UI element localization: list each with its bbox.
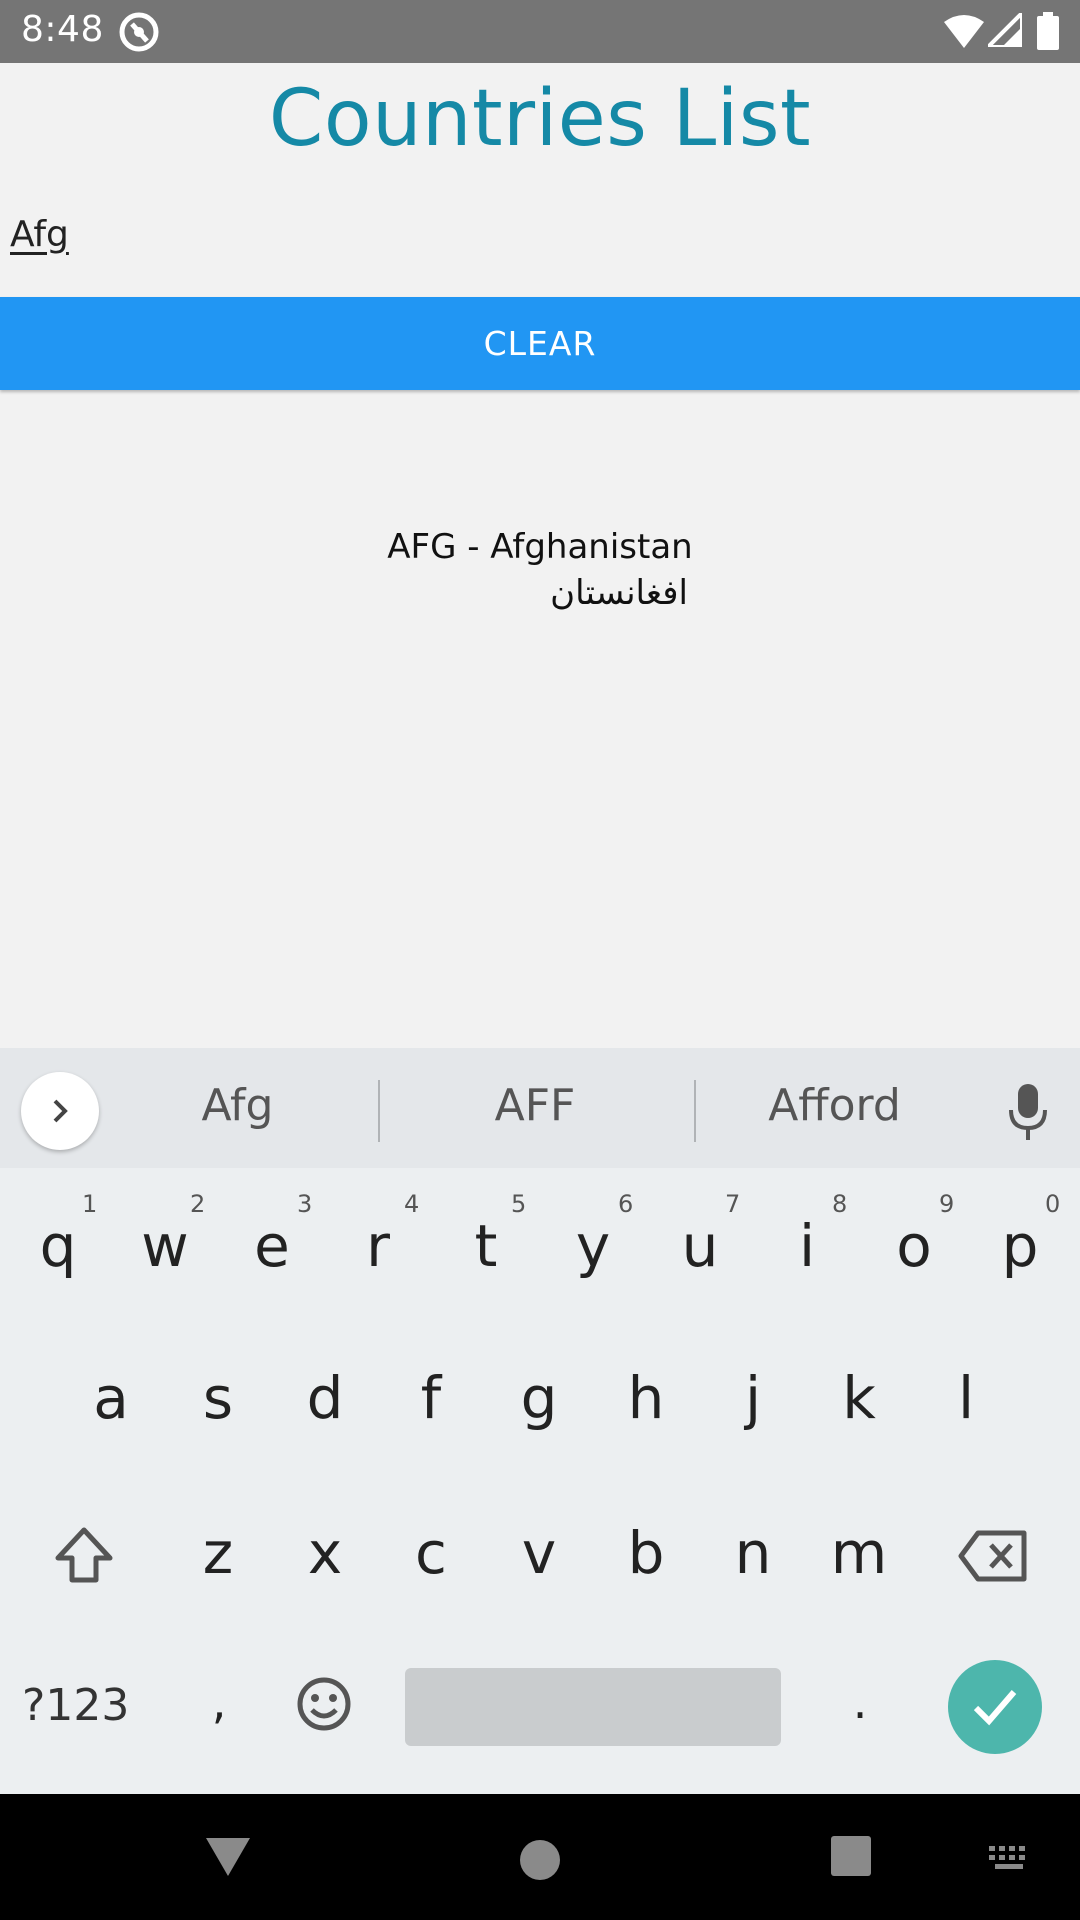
signal-icon xyxy=(988,13,1022,47)
key-hint-4: 4 xyxy=(404,1190,420,1218)
country-native-name: افغانستان xyxy=(550,573,688,613)
navigation-bar xyxy=(0,1794,1080,1920)
shift-icon[interactable] xyxy=(54,1526,114,1586)
symbols-key[interactable]: ?123 xyxy=(22,1680,129,1731)
key-f[interactable]: f xyxy=(381,1348,481,1448)
key-x[interactable]: x xyxy=(275,1503,375,1603)
key-a[interactable]: a xyxy=(61,1348,161,1448)
key-h[interactable]: h xyxy=(596,1348,696,1448)
suggestion-divider xyxy=(694,1080,696,1142)
key-l[interactable]: l xyxy=(916,1348,1016,1448)
key-d[interactable]: d xyxy=(275,1348,375,1448)
recents-icon[interactable] xyxy=(831,1836,871,1876)
status-bar: 8:48 xyxy=(0,0,1080,63)
status-time: 8:48 xyxy=(21,9,104,50)
key-hint-1: 1 xyxy=(82,1190,98,1218)
keyboard-switch-icon[interactable] xyxy=(987,1844,1031,1872)
emoji-icon[interactable] xyxy=(296,1676,352,1732)
check-icon xyxy=(973,1690,1017,1726)
enter-key[interactable] xyxy=(948,1660,1042,1754)
key-hint-5: 5 xyxy=(511,1190,527,1218)
key-hint-7: 7 xyxy=(725,1190,741,1218)
key-j[interactable]: j xyxy=(703,1348,803,1448)
battery-icon xyxy=(1037,12,1059,50)
country-name: AFG - Afghanistan xyxy=(387,527,693,567)
key-hint-0: 0 xyxy=(1045,1190,1061,1218)
wifi-icon xyxy=(944,15,984,48)
key-m[interactable]: m xyxy=(809,1503,909,1603)
key-comma[interactable]: , xyxy=(169,1652,269,1752)
list-item[interactable]: AFG - Afghanistan افغانستان xyxy=(340,527,740,613)
home-icon[interactable] xyxy=(520,1840,560,1880)
key-z[interactable]: z xyxy=(168,1503,268,1603)
key-period[interactable]: . xyxy=(810,1652,910,1752)
suggestion-2[interactable]: AFF xyxy=(460,1080,610,1131)
backspace-icon[interactable] xyxy=(958,1530,1028,1582)
soft-keyboard: Afg AFF Afford q w e r t y u i o p 1 2 3… xyxy=(0,1048,1080,1794)
expand-suggestions-button[interactable] xyxy=(21,1072,99,1150)
microphone-icon[interactable] xyxy=(1008,1084,1048,1140)
key-b[interactable]: b xyxy=(596,1503,696,1603)
page-title: Countries List xyxy=(268,74,812,164)
key-k[interactable]: k xyxy=(809,1348,909,1448)
key-g[interactable]: g xyxy=(489,1348,589,1448)
key-hint-9: 9 xyxy=(939,1190,955,1218)
chevron-right-icon xyxy=(53,1099,68,1123)
key-hint-8: 8 xyxy=(832,1190,848,1218)
key-hint-2: 2 xyxy=(190,1190,206,1218)
back-icon[interactable] xyxy=(206,1834,250,1878)
at-sign-icon xyxy=(119,12,159,52)
suggestion-divider xyxy=(378,1080,380,1142)
key-n[interactable]: n xyxy=(703,1503,803,1603)
key-hint-3: 3 xyxy=(297,1190,313,1218)
key-hint-6: 6 xyxy=(618,1190,634,1218)
key-c[interactable]: c xyxy=(381,1503,481,1603)
space-key[interactable] xyxy=(405,1668,781,1746)
clear-button[interactable]: CLEAR xyxy=(0,297,1080,390)
search-input[interactable] xyxy=(10,208,410,260)
suggestion-3[interactable]: Afford xyxy=(752,1080,917,1131)
key-v[interactable]: v xyxy=(489,1503,589,1603)
suggestion-bar: Afg AFF Afford xyxy=(0,1048,1080,1168)
suggestion-1[interactable]: Afg xyxy=(170,1080,305,1131)
key-s[interactable]: s xyxy=(168,1348,268,1448)
